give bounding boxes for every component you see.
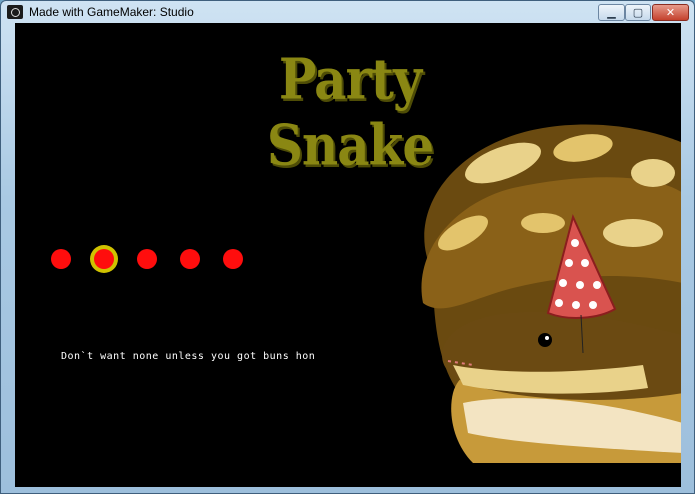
window-title: Made with GameMaker: Studio — [29, 5, 194, 19]
option-dot-3[interactable] — [137, 249, 157, 269]
option-dot-1[interactable] — [51, 249, 71, 269]
title-bar[interactable]: Made with GameMaker: Studio ▁ ▢ ✕ — [1, 1, 694, 23]
minimize-button[interactable]: ▁ — [598, 4, 625, 21]
party-snake-illustration — [421, 124, 681, 463]
option-dot-5[interactable] — [223, 249, 243, 269]
close-button[interactable]: ✕ — [652, 4, 689, 21]
option-dot-4[interactable] — [180, 249, 200, 269]
game-viewport[interactable]: Party Snake Don`t want none unless you g… — [15, 23, 681, 487]
option-dot-2[interactable] — [94, 249, 114, 269]
dialogue-text: Don`t want none unless you got buns hon — [61, 351, 316, 362]
game-window: Made with GameMaker: Studio ▁ ▢ ✕ Party … — [0, 0, 695, 494]
gamemaker-icon — [7, 5, 23, 19]
maximize-button[interactable]: ▢ — [625, 4, 651, 21]
